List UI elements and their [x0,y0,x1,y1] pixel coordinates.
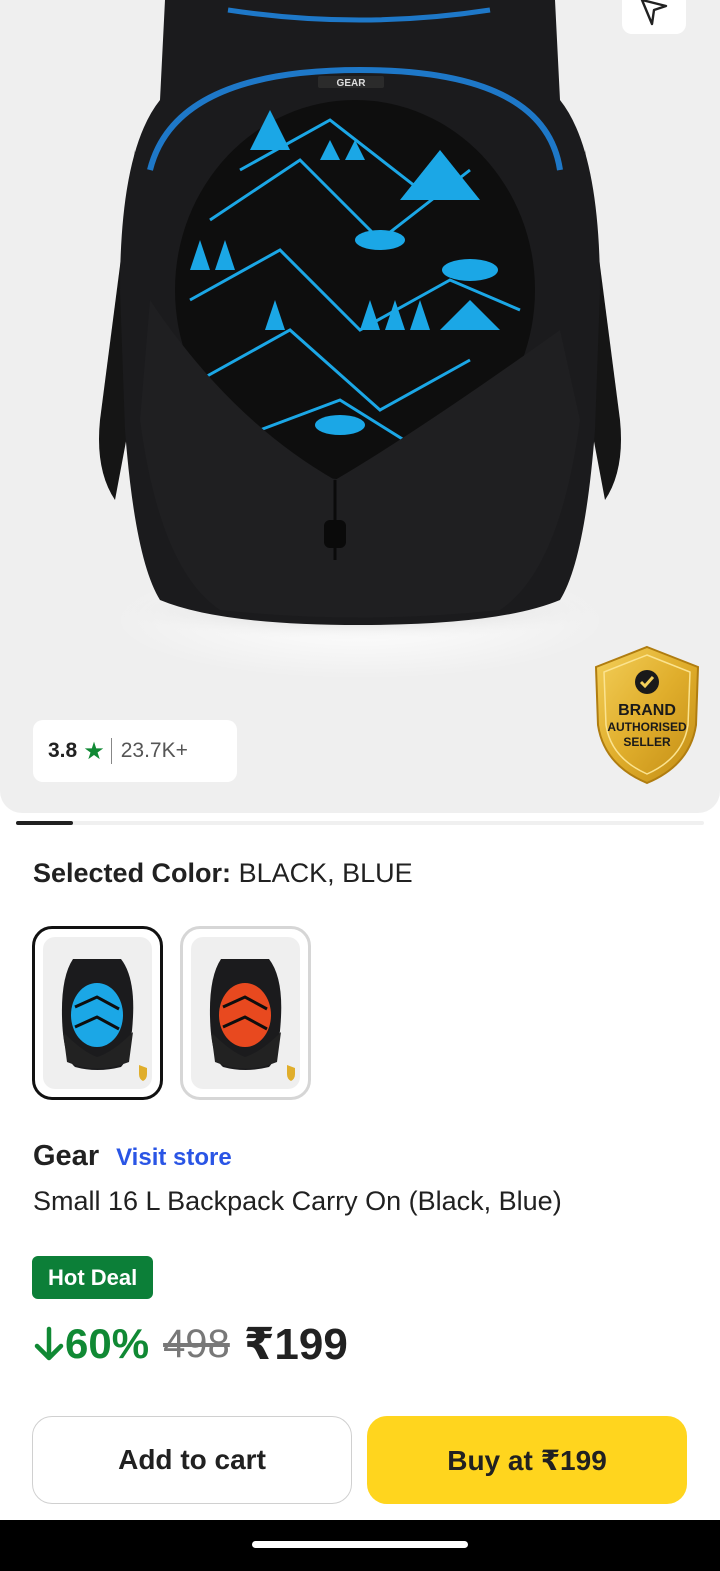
badge-line3: SELLER [623,735,671,749]
selected-color-label: Selected Color: [33,858,232,888]
brand-authorised-badge: BRAND AUTHORISED SELLER [594,645,700,785]
share-icon [640,0,668,26]
badge-line2: AUTHORISED [607,720,687,734]
brand-row: Gear Visit store [33,1140,232,1173]
hot-deal-badge: Hot Deal [32,1256,154,1299]
rating-pill[interactable]: 3.8 ★ 23.7K+ [33,720,237,782]
swatch-image [43,937,152,1089]
carousel-indicator-track [16,821,704,825]
add-to-cart-button[interactable]: Add to cart [32,1416,352,1504]
carousel-indicator-active [16,821,73,825]
rating-count: 23.7K+ [120,739,188,762]
star-icon: ★ [83,737,105,765]
discount-arrow-icon [34,1326,64,1361]
mrp-price: 498 [163,1321,230,1366]
discount-percent: 60% [65,1320,150,1367]
selected-color: Selected Color: BLACK, BLUE [33,858,413,889]
visit-store-link[interactable]: Visit store [116,1144,232,1172]
home-indicator[interactable] [252,1541,468,1548]
rating-value: 3.8 [48,739,78,762]
badge-line1: BRAND [618,702,676,719]
selected-color-value: BLACK, BLUE [238,858,413,888]
rating-separator [110,738,112,764]
color-swatch-black-blue[interactable] [32,926,163,1100]
brand-name: Gear [33,1140,100,1172]
product-image-carousel[interactable]: GEAR 3.8 ★ 23.7K+ BRAND AUTHORISED SELLE… [0,0,720,813]
swatch-image [191,937,300,1089]
bag-logo: GEAR [337,78,367,89]
selling-price: ₹199 [243,1319,348,1369]
price-row: 60% 498 ₹199 [33,1318,348,1370]
share-button[interactable] [622,0,686,34]
color-swatch-black-orange[interactable] [180,926,311,1100]
buy-now-button[interactable]: Buy at ₹199 [367,1416,687,1504]
product-title: Small 16 L Backpack Carry On (Black, Blu… [33,1186,562,1216]
discount: 60% [33,1320,149,1368]
